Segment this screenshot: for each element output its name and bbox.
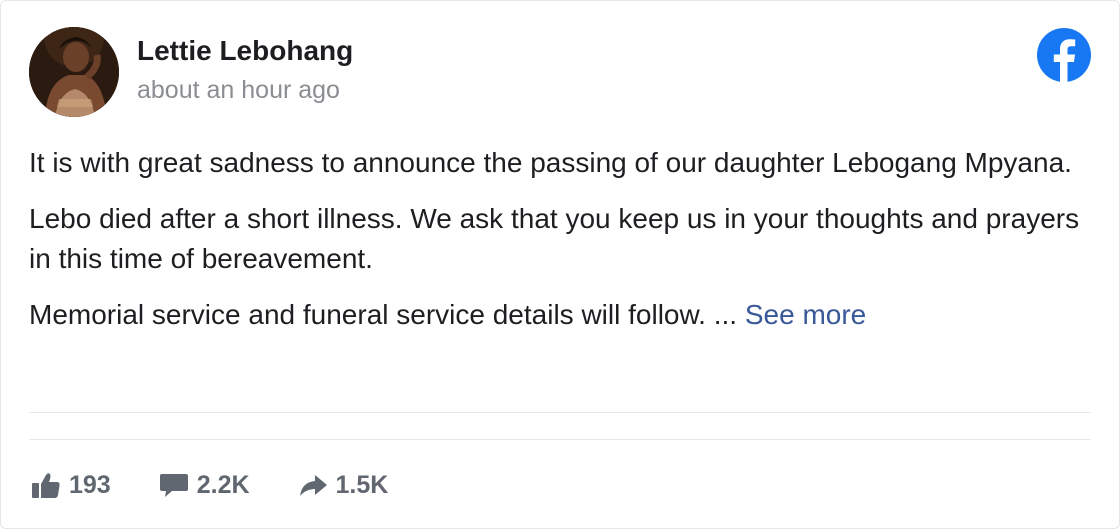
comment-stat[interactable]: 2.2K <box>159 471 250 500</box>
like-count: 193 <box>69 470 111 499</box>
see-more-link[interactable]: See more <box>745 299 866 330</box>
share-stat[interactable]: 1.5K <box>298 470 389 500</box>
post-paragraph-text: Memorial service and funeral service det… <box>29 299 738 330</box>
thumbs-up-icon <box>31 471 69 499</box>
comment-bubble-icon <box>159 471 197 499</box>
divider <box>29 412 1091 413</box>
like-stat[interactable]: 193 <box>31 471 111 500</box>
avatar[interactable] <box>29 27 119 117</box>
post-timestamp[interactable]: about an hour ago <box>137 76 340 105</box>
post-paragraph: Lebo died after a short illness. We ask … <box>29 203 1080 274</box>
facebook-logo-icon[interactable] <box>1037 28 1091 82</box>
post-body: It is with great sadness to announce the… <box>29 143 1104 351</box>
post-paragraph: It is with great sadness to announce the… <box>29 147 1072 178</box>
facebook-post-card: Lettie Lebohang about an hour ago It is … <box>0 0 1120 529</box>
engagement-stats: 193 2.2K 1.5K <box>31 467 436 503</box>
post-paragraph-last: Memorial service and funeral service det… <box>29 295 1104 335</box>
comment-count: 2.2K <box>196 470 250 499</box>
share-arrow-icon <box>298 471 336 499</box>
author-name[interactable]: Lettie Lebohang <box>137 35 353 67</box>
avatar-photo <box>29 27 119 117</box>
share-count: 1.5K <box>335 470 389 499</box>
divider <box>29 439 1091 440</box>
